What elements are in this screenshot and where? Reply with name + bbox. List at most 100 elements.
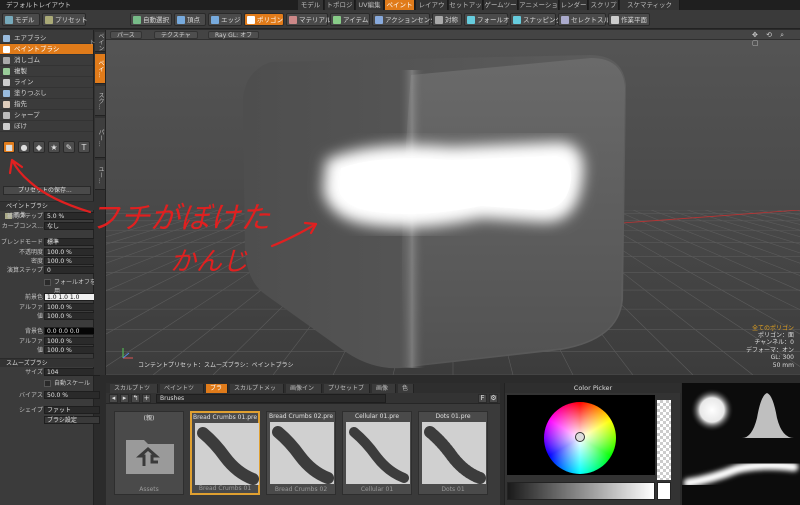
shape-select[interactable]: ファット	[44, 406, 100, 414]
path-dropdown[interactable]: Brushes	[156, 394, 386, 403]
dock-tab-1[interactable]: ペイントツール	[160, 384, 204, 401]
paint-tool-8[interactable]: ぼけ	[0, 121, 93, 132]
paint-tool-1[interactable]: ペイントブラシ	[0, 44, 93, 55]
layout-tab-8[interactable]: レンダー	[560, 0, 588, 10]
blend-select[interactable]: 標準	[44, 238, 100, 246]
brush-stroke-thumbnail	[195, 423, 259, 485]
bg-color-field[interactable]: 0.0 0.0 0.0	[44, 327, 100, 335]
toolbar-material-button[interactable]: マテリアル	[286, 13, 331, 26]
dock-tab-0[interactable]: スカルプトツール	[110, 384, 158, 401]
fg-alpha-field[interactable]: 100.0 %	[44, 303, 100, 311]
layout-tab-9[interactable]: スクリプト	[589, 0, 619, 19]
brush-thumbnail[interactable]: (親) Assets	[114, 411, 184, 495]
brush-shape-button-1[interactable]: ●	[18, 141, 30, 153]
dock-tab-3[interactable]: スカルプトメッシュ	[230, 384, 284, 401]
paint-tool-6[interactable]: 指先	[0, 99, 93, 110]
vertical-tab-3[interactable]: パー...	[95, 118, 105, 158]
layout-tab-2[interactable]: UV編集	[356, 0, 384, 10]
toolbar-snapping-button[interactable]: スナッピング	[510, 13, 562, 26]
filter-button[interactable]: F	[478, 394, 487, 403]
preset-save-button[interactable]: プリセットの保存...	[3, 186, 91, 195]
viewport-tab-0[interactable]: パース	[110, 31, 142, 39]
layout-tab-1[interactable]: トポロジ	[325, 0, 355, 10]
toolbar-select-through-button[interactable]: セレクトスルー	[558, 13, 617, 26]
paint-tool-4[interactable]: ライン	[0, 77, 93, 88]
viewport-tab-1[interactable]: テクスチャ	[154, 31, 198, 39]
dock-tab-4[interactable]: 画像インク	[286, 384, 322, 401]
brush-shape-button-2[interactable]: ◆	[33, 141, 45, 153]
toolbar-cube-button[interactable]: モデル	[2, 13, 40, 26]
size-field[interactable]: 104	[44, 368, 100, 376]
paint-tool-5[interactable]: 塗りつぶし	[0, 88, 93, 99]
viewport-tab-2[interactable]: Ray GL: オフ	[208, 31, 260, 39]
add-button[interactable]: +	[142, 394, 151, 403]
brush-settings-button[interactable]: ブラシ設定	[44, 416, 100, 424]
brush-thumbnail[interactable]: Bread Crumbs 01.pre Bread Crumbs 01	[190, 411, 260, 495]
brush-thumbnail[interactable]: Bread Crumbs 02.pre Bread Crumbs 02	[266, 411, 336, 495]
back-button[interactable]: ◂	[109, 394, 118, 403]
falloff-checkbox[interactable]	[44, 279, 51, 286]
layout-menu[interactable]: デフォルトレイアウト	[2, 0, 75, 10]
paint-tool-7[interactable]: シャープ	[0, 110, 93, 121]
dock-tab-6[interactable]: 画像	[372, 384, 396, 393]
spacing-field[interactable]: 5.0 %	[44, 212, 100, 220]
3d-viewport[interactable]: パース テクスチャ Ray GL: オフ コンテントプリセット：スムーズブラシ：ペイ…	[106, 30, 800, 375]
viewport-nav-icons[interactable]: ✥ ⟲ ⌕ ▢	[752, 31, 796, 47]
brush-shape-button-3[interactable]: ★	[48, 141, 60, 153]
toolbar-action-center-button[interactable]: アクションセンター	[372, 13, 443, 26]
section-smooth-brush[interactable]: スムーズブラシ	[0, 358, 94, 367]
layout-tab-4[interactable]: レイアウト	[416, 0, 448, 19]
bg-value-field[interactable]: 100.0 %	[44, 346, 100, 354]
toolbar-falloff-button[interactable]: フォールオフ	[464, 13, 516, 26]
layout-tab-3[interactable]: ペイント	[385, 0, 415, 10]
cube-mesh	[243, 55, 626, 369]
brush-shape-button-0[interactable]: ■	[3, 141, 15, 153]
paint-tool-2[interactable]: 消しゴム	[0, 55, 93, 66]
alpha-strip[interactable]	[657, 400, 671, 480]
layout-tab-10[interactable]: スケマティックFusion	[620, 0, 680, 19]
dock-tab-2[interactable]: ブラシ	[206, 384, 228, 401]
toolbar-preset-button[interactable]: プリセット	[42, 13, 88, 26]
value-slider[interactable]	[507, 482, 655, 500]
bias-field[interactable]: 50.0 %	[44, 391, 100, 399]
brush-thumbnail[interactable]: Dots 01.pre Dots 01	[418, 411, 488, 495]
vertical-tab-1[interactable]: ペイ...	[95, 54, 105, 84]
vertical-tab-0[interactable]: ペイント	[88, 32, 105, 52]
layout-tab-7[interactable]: アニメーション	[519, 0, 559, 19]
toolbar-vertex-button[interactable]: 頂点	[174, 13, 206, 26]
vertical-tab-4[interactable]: ユー...	[95, 160, 105, 190]
section-paint-brush[interactable]: ペイントブラシ	[0, 201, 94, 210]
brush-shape-button-5[interactable]: T	[78, 141, 90, 153]
toolbar-edge-button[interactable]: エッジ	[208, 13, 242, 26]
step-field[interactable]: 0	[44, 266, 100, 274]
forward-button[interactable]: ▸	[120, 394, 129, 403]
toolbar-auto-select-button[interactable]: 自動選択	[130, 13, 172, 26]
toolbar-label: スナッピング	[523, 16, 562, 24]
brush-shape-button-4[interactable]: ✎	[63, 141, 75, 153]
paint-tool-0[interactable]: エアブラシ	[0, 33, 93, 44]
opacity-field[interactable]: 100.0 %	[44, 248, 100, 256]
color-wheel-handle[interactable]	[575, 432, 585, 442]
autoscale-checkbox[interactable]	[44, 380, 51, 387]
current-color-swatch[interactable]	[657, 482, 671, 500]
layout-tab-6[interactable]: ゲームツール	[484, 0, 518, 19]
toolbar-symmetry-button[interactable]: 対称	[432, 13, 462, 26]
toolbar-item-button[interactable]: アイテム	[330, 13, 370, 26]
fg-color-field[interactable]: 1.0 1.0 1.0	[44, 293, 100, 301]
bg-alpha-field[interactable]: 100.0 %	[44, 337, 100, 345]
dock-tab-7[interactable]: 色	[398, 384, 414, 393]
fg-value-field[interactable]: 100.0 %	[44, 312, 100, 320]
toolbar-polygon-button[interactable]: ポリゴン	[244, 13, 284, 26]
settings-gear-icon[interactable]: ⚙	[489, 394, 498, 403]
vertical-tab-2[interactable]: スク...	[95, 86, 105, 116]
layout-tab-0[interactable]: モデル	[298, 0, 324, 10]
density-field[interactable]: 100.0 %	[44, 257, 100, 265]
up-button[interactable]: ↰	[131, 394, 140, 403]
toolbar-workplane-button[interactable]: 作業平面	[608, 13, 650, 26]
curve-field[interactable]: なし	[44, 222, 100, 230]
brush-thumbnail[interactable]: Cellular 01.pre Cellular 01	[342, 411, 412, 495]
paint-tool-3[interactable]: 複製	[0, 66, 93, 77]
layout-tab-5[interactable]: セットアップ	[449, 0, 483, 19]
dock-tab-5[interactable]: プリセットブラシ	[324, 384, 370, 401]
color-wheel[interactable]	[544, 402, 616, 474]
